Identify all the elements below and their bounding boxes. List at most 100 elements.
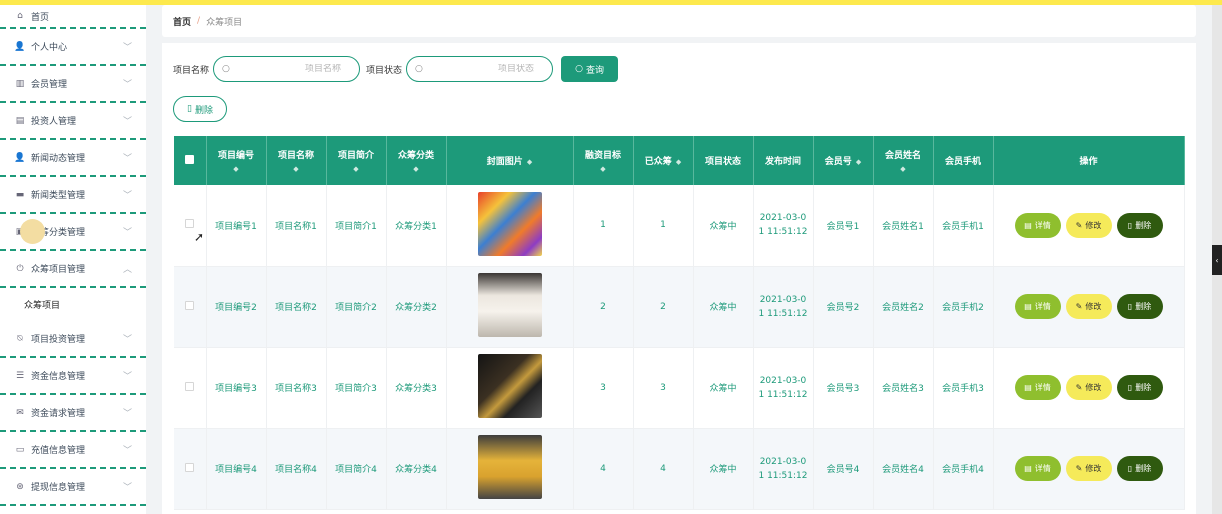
column-header[interactable]: 已众筹 ◆ bbox=[633, 136, 694, 185]
sort-icon[interactable]: ◆ bbox=[874, 165, 933, 173]
detail-button[interactable]: ▤ 详情 bbox=[1014, 212, 1061, 238]
sidebar-item-label: 众筹项目管理 bbox=[31, 265, 86, 275]
time-line-2: 1 11:51:12 bbox=[758, 389, 808, 400]
cell-intro: 项目简介2 bbox=[326, 266, 387, 348]
cell-actions: ▤ 详情 ✎ 修改 ▯ 删除 bbox=[993, 428, 1185, 510]
chevron-down-icon: ﹀ bbox=[122, 446, 132, 456]
collapse-handle-icon[interactable]: ‹ bbox=[1212, 245, 1222, 275]
project-status-input[interactable] bbox=[407, 64, 553, 74]
cell-raised: 1 bbox=[633, 185, 694, 267]
cell-category: 众筹分类1 bbox=[386, 185, 447, 267]
column-header[interactable]: 项目名称 ◆ bbox=[266, 136, 327, 185]
sidebar-item-11[interactable]: ▭ 充值信息管理 ﹀ bbox=[0, 432, 146, 469]
sort-icon[interactable]: ◆ bbox=[527, 158, 532, 166]
sort-icon[interactable]: ◆ bbox=[327, 165, 386, 173]
edit-button[interactable]: ✎ 修改 bbox=[1065, 212, 1112, 238]
edit-button[interactable]: ✎ 修改 bbox=[1065, 456, 1112, 481]
cover-image[interactable] bbox=[477, 354, 542, 418]
sidebar-item-2[interactable]: ▥ 会员管理 ﹀ bbox=[0, 66, 146, 103]
row-checkbox[interactable] bbox=[185, 381, 195, 391]
edit-button[interactable]: ✎ 修改 bbox=[1065, 375, 1112, 400]
select-all-checkbox[interactable] bbox=[185, 154, 195, 164]
delete-button[interactable]: ▯ 删除 bbox=[1116, 294, 1163, 319]
sidebar-item-9[interactable]: ☰ 资金信息管理 ﹀ bbox=[0, 358, 146, 395]
cell-cover bbox=[446, 185, 574, 267]
row-checkbox[interactable] bbox=[185, 300, 195, 310]
sidebar-item-3[interactable]: ▤ 投资人管理 ﹀ bbox=[0, 103, 146, 140]
detail-button-label: 详情 bbox=[1034, 464, 1051, 473]
sidebar-item-10[interactable]: ✉ 资金请求管理 ﹀ bbox=[0, 395, 146, 432]
project-name-input[interactable] bbox=[214, 64, 360, 74]
sidebar-item-1[interactable]: 👤 个人中心 ﹀ bbox=[0, 29, 146, 66]
column-header[interactable]: 会员姓名 ◆ bbox=[873, 136, 934, 185]
column-header[interactable]: 会员号 ◆ bbox=[813, 136, 874, 185]
cover-image[interactable] bbox=[477, 191, 542, 256]
cell-target: 1 bbox=[573, 185, 634, 267]
table-row: 项目编号1 项目名称1 项目简介1 众筹分类1 1 1 众筹中 2021-03-0 1 11:5… bbox=[174, 185, 1185, 267]
project-status-field[interactable]: ○ bbox=[406, 56, 554, 82]
cell-time: 2021-03-0 1 11:51:12 bbox=[753, 428, 814, 510]
detail-button-label: 详情 bbox=[1034, 302, 1051, 311]
cell-category: 众筹分类2 bbox=[386, 266, 447, 348]
sidebar-item-7[interactable]: ⏻ 众筹项目管理 ︿ bbox=[0, 251, 146, 288]
sidebar-subitem-label: 众筹项目 bbox=[24, 301, 61, 311]
sort-icon[interactable]: ◆ bbox=[574, 165, 633, 173]
delete-button[interactable]: ▯ 删除 bbox=[1116, 212, 1163, 238]
cell-cover bbox=[446, 266, 574, 348]
batch-delete-button[interactable]: ▯ 删除 bbox=[173, 96, 227, 122]
cell-mname: 会员姓名1 bbox=[873, 185, 934, 267]
sidebar-item-8[interactable]: ⍉ 项目投资管理 ﹀ bbox=[0, 321, 146, 358]
breadcrumb-home[interactable]: 首页 bbox=[173, 15, 191, 28]
sidebar-subitem[interactable]: 众筹项目 bbox=[0, 288, 146, 321]
column-header[interactable]: 项目简介 ◆ bbox=[326, 136, 387, 185]
detail-button[interactable]: ▤ 详情 bbox=[1014, 375, 1061, 400]
chevron-down-icon: ﹀ bbox=[122, 372, 132, 382]
edit-button[interactable]: ✎ 修改 bbox=[1065, 294, 1112, 319]
search-button[interactable]: ○ 查询 bbox=[561, 56, 619, 82]
project-name-field[interactable]: ○ bbox=[213, 56, 361, 82]
cursor-highlight bbox=[20, 219, 45, 244]
column-header[interactable]: 项目编号 ◆ bbox=[206, 136, 267, 185]
project-name-label: 项目名称 bbox=[173, 65, 210, 76]
sidebar-item-4[interactable]: 👤 新闻动态管理 ﹀ bbox=[0, 140, 146, 177]
home-icon: ⌂ bbox=[17, 11, 23, 21]
sort-icon[interactable]: ◆ bbox=[387, 165, 446, 173]
detail-button[interactable]: ▤ 详情 bbox=[1014, 456, 1061, 481]
column-header[interactable]: 众筹分类 ◆ bbox=[386, 136, 447, 185]
search-icon: ○ bbox=[222, 64, 230, 74]
sort-icon[interactable]: ◆ bbox=[856, 158, 861, 166]
row-checkbox[interactable] bbox=[185, 462, 195, 472]
row-checkbox[interactable] bbox=[185, 219, 195, 229]
cell-status: 众筹中 bbox=[693, 266, 754, 348]
column-header[interactable]: 融资目标 ◆ bbox=[573, 136, 634, 185]
cover-image[interactable] bbox=[477, 273, 542, 337]
sort-icon[interactable]: ◆ bbox=[267, 165, 326, 173]
cover-image[interactable] bbox=[477, 435, 542, 499]
detail-button[interactable]: ▤ 详情 bbox=[1014, 294, 1061, 319]
cell-status: 众筹中 bbox=[693, 347, 754, 429]
cell-id: 项目编号1 bbox=[206, 185, 267, 267]
delete-button-label: 删除 bbox=[1135, 302, 1152, 311]
delete-button[interactable]: ▯ 删除 bbox=[1116, 456, 1163, 481]
cell-phone: 会员手机4 bbox=[933, 428, 994, 510]
sidebar-item-label: 首页 bbox=[31, 12, 50, 23]
sort-icon[interactable]: ◆ bbox=[676, 158, 681, 166]
edit-button-label: 修改 bbox=[1085, 464, 1102, 473]
trash-icon: ▯ bbox=[1127, 302, 1133, 311]
column-header-label: 操作 bbox=[1079, 157, 1098, 167]
chevron-down-icon: ﹀ bbox=[122, 117, 132, 127]
time-line-2: 1 11:51:12 bbox=[758, 470, 808, 481]
chevron-down-icon: ﹀ bbox=[122, 483, 132, 493]
sidebar-item-5[interactable]: ▬ 新闻类型管理 ﹀ bbox=[0, 177, 146, 214]
delete-button[interactable]: ▯ 删除 bbox=[1116, 375, 1163, 400]
sidebar-item-label: 会员管理 bbox=[31, 80, 68, 90]
sidebar-item-label: 个人中心 bbox=[31, 43, 68, 53]
document-icon: ▤ bbox=[1024, 302, 1032, 311]
row-select-cell bbox=[174, 347, 207, 429]
sidebar-item-12[interactable]: ⊛ 提现信息管理 ﹀ bbox=[0, 469, 146, 506]
pencil-icon: ✎ bbox=[1075, 302, 1083, 311]
sort-icon[interactable]: ◆ bbox=[207, 165, 266, 173]
sidebar-item-0[interactable]: ⌂ 首页 bbox=[0, 5, 146, 29]
column-header-label: 项目名称 bbox=[277, 151, 314, 161]
column-header[interactable]: 封面图片 ◆ bbox=[446, 136, 574, 185]
